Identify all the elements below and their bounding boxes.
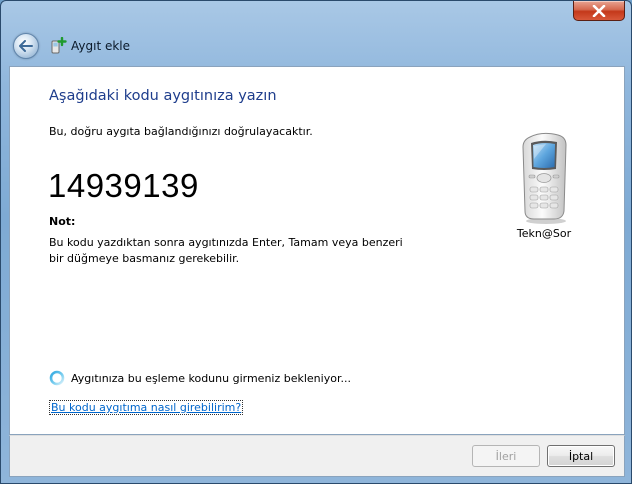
busy-spinner-icon (49, 370, 65, 386)
page-subtitle: Bu, doğru aygıta bağlandığınızı doğrulay… (49, 125, 313, 138)
window-frame: Aygıt ekle Aşağıdaki kodu aygıtınıza yaz… (0, 0, 632, 484)
close-button[interactable] (573, 1, 625, 21)
cancel-button[interactable]: İptal (547, 445, 615, 467)
note-label: Not: (49, 215, 76, 228)
add-device-icon (51, 37, 67, 54)
pairing-code: 14939139 (48, 167, 199, 204)
navigation-bar: Aygıt ekle (9, 29, 623, 63)
help-link[interactable]: Bu kodu aygıtıma nasıl girebilirim? (49, 400, 244, 415)
back-button[interactable] (13, 33, 39, 59)
status-text: Aygıtınıza bu eşleme kodunu girmeniz bek… (71, 371, 351, 385)
device-name: Tekn@Sor (516, 227, 572, 240)
content-panel: Aşağıdaki kodu aygıtınıza yazın Bu, doğr… (9, 66, 625, 435)
page-heading: Aşağıdaki kodu aygıtınıza yazın (49, 88, 277, 104)
back-arrow-icon (19, 40, 33, 52)
close-icon (592, 4, 606, 17)
next-button[interactable]: İleri (472, 445, 540, 467)
mobile-phone-icon (522, 132, 567, 224)
window-title: Aygıt ekle (71, 39, 131, 53)
device-preview: Tekn@Sor (499, 129, 589, 240)
note-text: Bu kodu yazdıktan sonra aygıtınızda Ente… (49, 236, 403, 265)
button-bar: İleri İptal (9, 435, 625, 477)
pairing-status: Aygıtınıza bu eşleme kodunu girmeniz bek… (49, 370, 351, 386)
